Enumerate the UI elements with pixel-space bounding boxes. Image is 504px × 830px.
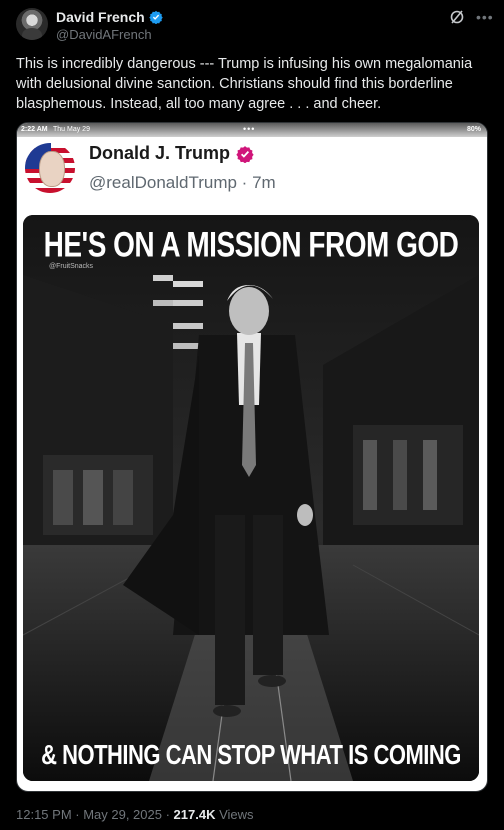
author-display-name[interactable]: David French: [56, 9, 145, 25]
embedded-screenshot[interactable]: 2:22 AM Thu May 29 ••• 80% Donald J. Tru…: [16, 122, 488, 792]
grok-icon[interactable]: [449, 9, 465, 25]
status-date: Thu May 29: [53, 126, 90, 133]
poster-headline: HE'S ON A MISSION FROM GOD: [43, 225, 459, 264]
verified-badge-icon: [148, 10, 163, 24]
inner-verified-badge-icon: [236, 145, 254, 163]
poster-image: HE'S ON A MISSION FROM GOD @FruitSnacks …: [23, 215, 479, 781]
inner-name-row: Donald J. Trump: [89, 143, 254, 164]
inner-avatar: [25, 143, 75, 193]
tweet-timestamp[interactable]: 12:15 PM · May 29, 2025 ·: [16, 807, 174, 822]
avatar[interactable]: [16, 8, 48, 40]
status-dots: •••: [243, 124, 256, 134]
inner-handle: @realDonaldTrump · 7m: [89, 173, 276, 192]
author-name-row: David French: [56, 9, 163, 25]
status-battery: 80%: [466, 126, 481, 133]
status-time: 2:22 AM: [21, 126, 48, 133]
poster-footer: & NOTHING CAN STOP WHAT IS COMING: [41, 739, 461, 771]
poster-watermark: @FruitSnacks: [49, 263, 94, 270]
street-scene: [23, 215, 479, 781]
author-handle[interactable]: @DavidAFrench: [56, 27, 152, 42]
tweet-meta: 12:15 PM · May 29, 2025 · 217.4K Views: [16, 807, 254, 822]
inner-display-name: Donald J. Trump: [89, 143, 231, 163]
tweet: David French @DavidAFrench ••• This is i…: [0, 0, 504, 830]
views-label: Views: [215, 807, 254, 822]
tweet-text: This is incredibly dangerous --- Trump i…: [16, 56, 473, 112]
views-count: 217.4K: [173, 807, 216, 822]
more-icon[interactable]: •••: [476, 9, 494, 25]
phone-status-bar: 2:22 AM Thu May 29 ••• 80%: [17, 123, 487, 137]
